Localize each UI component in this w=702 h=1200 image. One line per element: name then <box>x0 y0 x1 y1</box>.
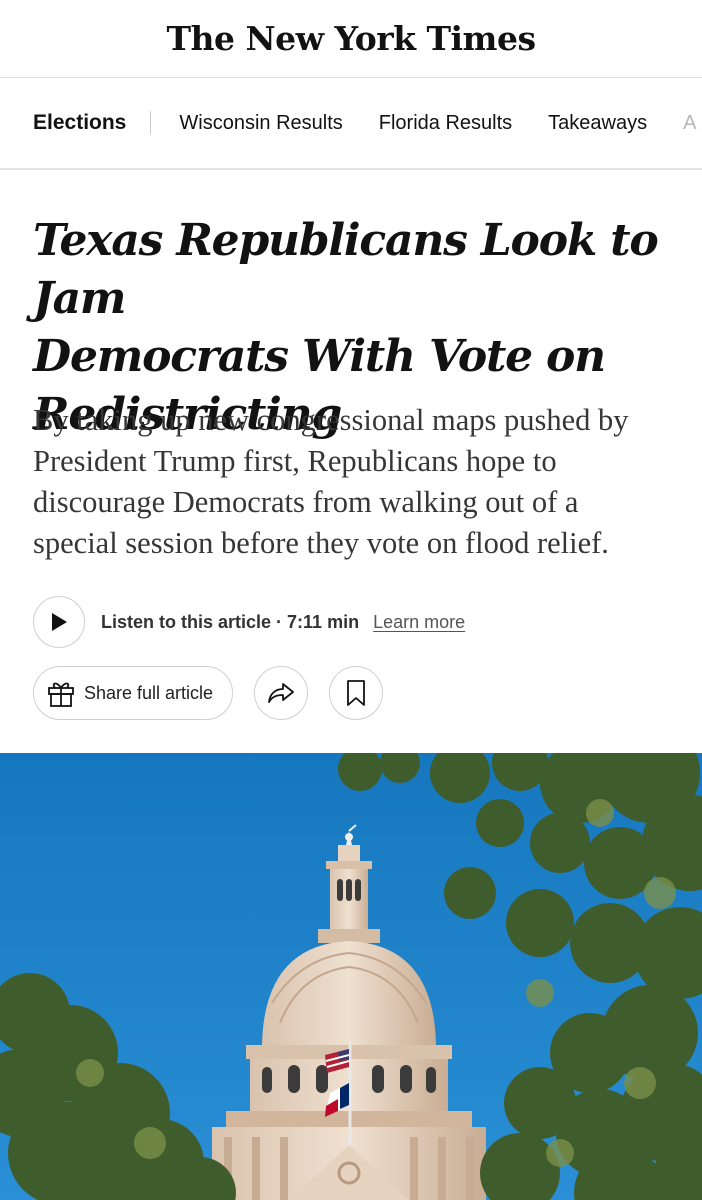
gift-icon <box>48 682 74 707</box>
summary-line: special session before they vote on floo… <box>33 526 609 560</box>
article-actions: Share full article <box>33 666 383 720</box>
play-icon <box>52 613 67 631</box>
audio-player: Listen to this article · 7:11 min Learn … <box>33 596 465 648</box>
bookmark-icon <box>347 680 365 706</box>
share-button[interactable] <box>254 666 308 720</box>
share-label: Share full article <box>84 682 214 703</box>
lead-photo[interactable] <box>0 753 702 1200</box>
capitol-dome-image <box>0 753 702 1200</box>
summary-line: President Trump first, Republicans hope … <box>33 444 557 478</box>
article-summary: By taking up new congressional maps push… <box>33 400 683 564</box>
play-button[interactable] <box>33 596 85 648</box>
headline-line: Texas Republicans Look to Jam <box>33 215 659 324</box>
listen-label: Listen to this article · 7:11 min <box>101 611 360 632</box>
headline-line: Democrats With Vote on <box>33 331 606 382</box>
subnav-link-truncated[interactable]: A <box>683 112 696 135</box>
share-full-article-button[interactable]: Share full article <box>33 666 233 720</box>
summary-line: discourage Democrats from walking out of… <box>33 485 579 519</box>
share-arrow-icon <box>268 683 294 703</box>
summary-line: By taking up new congressional maps push… <box>33 403 629 437</box>
learn-more-link[interactable]: Learn more <box>373 612 465 633</box>
article-headline: Texas Republicans Look to Jam Democrats … <box>33 0 683 444</box>
save-button[interactable] <box>329 666 383 720</box>
